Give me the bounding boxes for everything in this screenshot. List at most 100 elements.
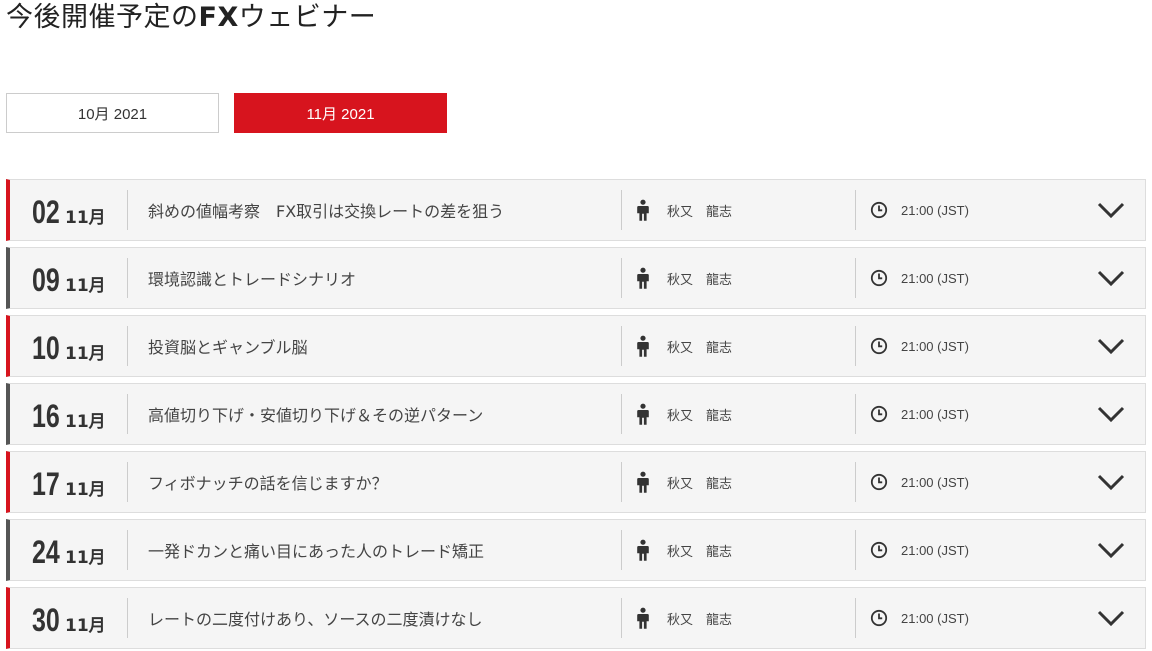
divider — [621, 326, 622, 366]
divider — [855, 190, 856, 230]
webinar-day: 30 — [32, 602, 60, 638]
speaker-name: 秋又 龍志 — [667, 544, 733, 560]
webinar-speaker: 秋又 龍志 — [634, 384, 732, 444]
webinar-speaker: 秋又 龍志 — [634, 248, 732, 308]
person-icon — [637, 607, 649, 629]
divider — [127, 190, 128, 230]
webinar-day: 02 — [32, 194, 60, 230]
webinar-month: 11月 — [65, 412, 106, 432]
divider — [621, 190, 622, 230]
divider — [855, 530, 856, 570]
person-icon — [637, 539, 649, 561]
webinar-month: 11月 — [65, 276, 106, 296]
webinar-title: 高値切り下げ・安値切り下げ＆その逆パターン — [148, 406, 484, 425]
divider — [855, 462, 856, 502]
webinar-day: 10 — [32, 330, 60, 366]
webinar-date: 17 11月 — [32, 452, 106, 512]
chevron-down-icon[interactable] — [1096, 536, 1126, 564]
divider — [127, 326, 128, 366]
webinar-day: 17 — [32, 466, 60, 502]
divider — [621, 462, 622, 502]
person-icon — [637, 335, 649, 357]
webinar-row[interactable]: 10 11月 投資脳とギャンブル脳 秋又 龍志 21:00 (JST) — [6, 315, 1146, 377]
speaker-name: 秋又 龍志 — [667, 612, 733, 628]
webinar-day: 16 — [32, 398, 60, 434]
webinar-title: レートの二度付けあり、ソースの二度漬けなし — [148, 610, 483, 629]
tab-november-2021[interactable]: 11月 2021 — [234, 93, 447, 133]
page-title-suffix: ウェビナー — [238, 2, 377, 33]
divider — [621, 598, 622, 638]
webinar-month: 11月 — [65, 616, 106, 636]
clock-icon — [870, 269, 888, 287]
webinar-time: 21:00 (JST) — [870, 384, 969, 444]
divider — [127, 462, 128, 502]
webinar-time: 21:00 (JST) — [870, 180, 969, 240]
clock-icon — [870, 337, 888, 355]
webinar-title: フィボナッチの話を信じますか？ — [148, 474, 388, 493]
speaker-name: 秋又 龍志 — [667, 272, 733, 288]
chevron-down-icon[interactable] — [1096, 604, 1126, 632]
webinar-time: 21:00 (JST) — [870, 452, 969, 512]
webinar-date: 10 11月 — [32, 316, 106, 376]
chevron-down-icon[interactable] — [1096, 332, 1126, 360]
divider — [855, 598, 856, 638]
webinar-time: 21:00 (JST) — [870, 316, 969, 376]
divider — [855, 394, 856, 434]
time-text: 21:00 (JST) — [901, 610, 969, 626]
page-title: 今後開催予定のFXウェビナー — [6, 0, 376, 36]
webinar-day: 24 — [32, 534, 60, 570]
divider — [127, 258, 128, 298]
person-icon — [637, 403, 649, 425]
divider — [621, 258, 622, 298]
person-icon — [637, 199, 649, 221]
time-text: 21:00 (JST) — [901, 542, 969, 558]
clock-icon — [870, 473, 888, 491]
divider — [127, 530, 128, 570]
webinar-row[interactable]: 02 11月 斜めの値幅考察 FX取引は交換レートの差を狙う 秋又 龍志 21:0… — [6, 179, 1146, 241]
clock-icon — [870, 541, 888, 559]
chevron-down-icon[interactable] — [1096, 196, 1126, 224]
webinar-row[interactable]: 24 11月 一発ドカンと痛い目にあった人のトレード矯正 秋又 龍志 21:00 … — [6, 519, 1146, 581]
chevron-down-icon[interactable] — [1096, 468, 1126, 496]
webinar-row[interactable]: 30 11月 レートの二度付けあり、ソースの二度漬けなし 秋又 龍志 21:00 … — [6, 587, 1146, 649]
divider — [127, 598, 128, 638]
divider — [127, 394, 128, 434]
person-icon — [637, 471, 649, 493]
page-title-fx: FX — [198, 2, 239, 33]
webinar-month: 11月 — [65, 208, 106, 228]
webinar-row[interactable]: 17 11月 フィボナッチの話を信じますか？ 秋又 龍志 21:00 (JST) — [6, 451, 1146, 513]
webinar-time: 21:00 (JST) — [870, 520, 969, 580]
speaker-name: 秋又 龍志 — [667, 476, 733, 492]
webinar-row[interactable]: 16 11月 高値切り下げ・安値切り下げ＆その逆パターン 秋又 龍志 21:00 … — [6, 383, 1146, 445]
webinar-date: 30 11月 — [32, 588, 106, 648]
clock-icon — [870, 201, 888, 219]
divider — [621, 530, 622, 570]
time-text: 21:00 (JST) — [901, 202, 969, 218]
speaker-name: 秋又 龍志 — [667, 340, 733, 356]
clock-icon — [870, 609, 888, 627]
webinar-speaker: 秋又 龍志 — [634, 588, 732, 648]
webinar-speaker: 秋又 龍志 — [634, 520, 732, 580]
time-text: 21:00 (JST) — [901, 406, 969, 422]
chevron-down-icon[interactable] — [1096, 400, 1126, 428]
chevron-down-icon[interactable] — [1096, 264, 1126, 292]
webinar-day: 09 — [32, 262, 60, 298]
speaker-name: 秋又 龍志 — [667, 204, 733, 220]
time-text: 21:00 (JST) — [901, 270, 969, 286]
webinar-month: 11月 — [65, 344, 106, 364]
webinar-speaker: 秋又 龍志 — [634, 452, 732, 512]
tab-october-2021[interactable]: 10月 2021 — [6, 93, 219, 133]
webinar-title: 一発ドカンと痛い目にあった人のトレード矯正 — [148, 542, 485, 561]
webinar-date: 24 11月 — [32, 520, 106, 580]
clock-icon — [870, 405, 888, 423]
speaker-name: 秋又 龍志 — [667, 408, 733, 424]
divider — [855, 326, 856, 366]
webinar-row[interactable]: 09 11月 環境認識とトレードシナリオ 秋又 龍志 21:00 (JST) — [6, 247, 1146, 309]
divider — [621, 394, 622, 434]
webinar-month: 11月 — [65, 480, 106, 500]
month-tabs: 10月 2021 11月 2021 — [6, 93, 447, 133]
divider — [855, 258, 856, 298]
webinar-list: 02 11月 斜めの値幅考察 FX取引は交換レートの差を狙う 秋又 龍志 21:0… — [6, 179, 1146, 651]
webinar-time: 21:00 (JST) — [870, 248, 969, 308]
webinar-title: 斜めの値幅考察 FX取引は交換レートの差を狙う — [148, 202, 505, 221]
